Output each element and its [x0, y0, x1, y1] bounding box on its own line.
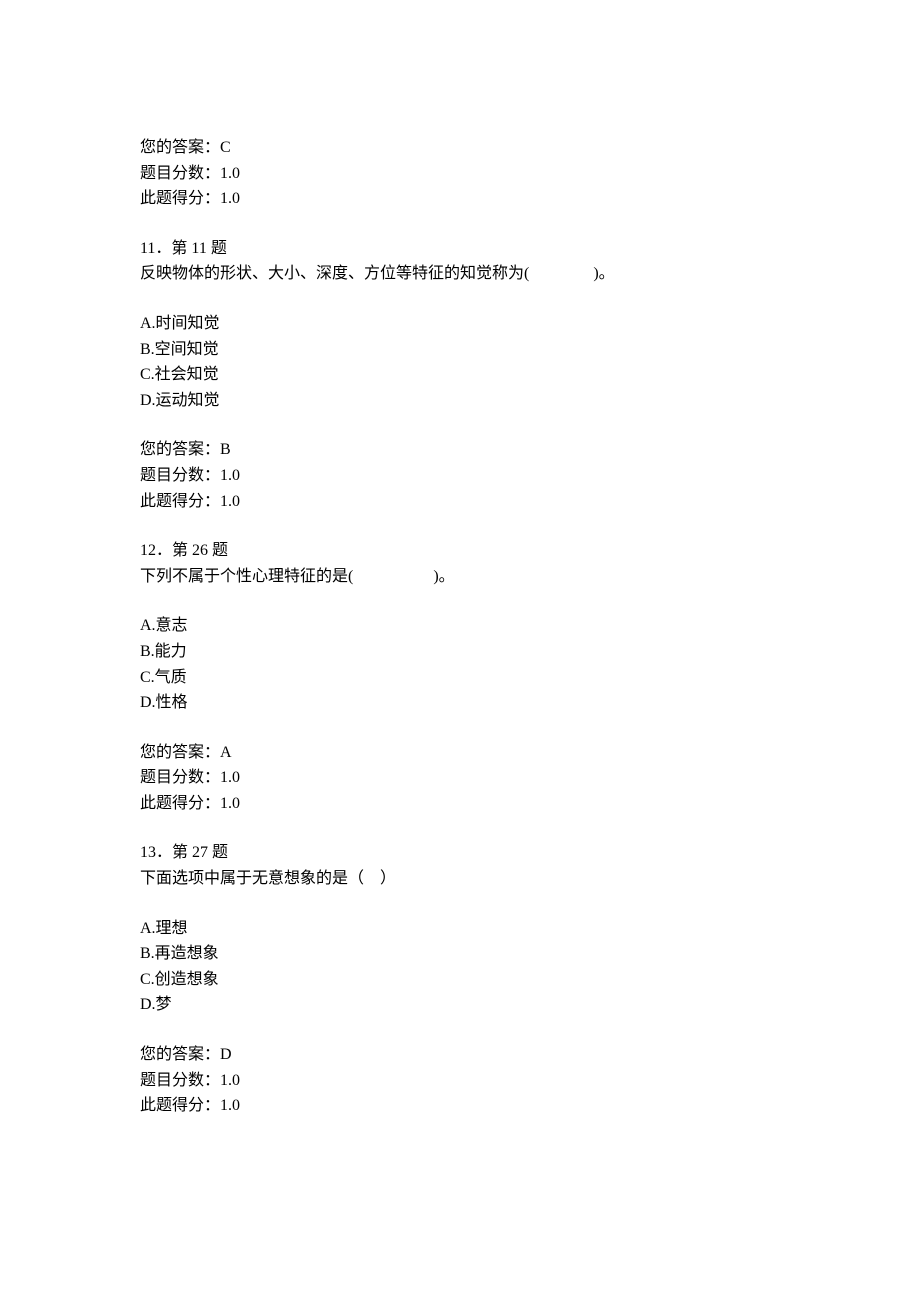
- earned-value: 1.0: [220, 795, 240, 812]
- option-b: B.再造想象: [140, 941, 780, 967]
- your-answer-line: 您的答案：D: [140, 1042, 780, 1068]
- your-answer-value: C: [220, 139, 231, 156]
- earned-label: 此题得分：: [140, 795, 220, 812]
- score-line: 题目分数：1.0: [140, 161, 780, 187]
- question-number: 11．第 11 题: [140, 236, 780, 262]
- score-label: 题目分数：: [140, 1072, 220, 1089]
- score-value: 1.0: [220, 165, 240, 182]
- earned-value: 1.0: [220, 1097, 240, 1114]
- earned-line: 此题得分：1.0: [140, 489, 780, 515]
- option-a: A.理想: [140, 916, 780, 942]
- your-answer-value: D: [220, 1046, 232, 1063]
- option-d: D.梦: [140, 992, 780, 1018]
- score-line: 题目分数：1.0: [140, 463, 780, 489]
- question-block: 12．第 26 题 下列不属于个性心理特征的是( )。: [140, 538, 780, 589]
- question-stem: 反映物体的形状、大小、深度、方位等特征的知觉称为( )。: [140, 261, 780, 287]
- earned-label: 此题得分：: [140, 190, 220, 207]
- your-answer-line: 您的答案：C: [140, 135, 780, 161]
- your-answer-label: 您的答案：: [140, 1046, 220, 1063]
- answer-block: 您的答案：B 题目分数：1.0 此题得分：1.0: [140, 437, 780, 514]
- option-d: D.性格: [140, 690, 780, 716]
- question-stem: 下面选项中属于无意想象的是（ ）: [140, 866, 780, 892]
- your-answer-value: B: [220, 441, 231, 458]
- earned-value: 1.0: [220, 493, 240, 510]
- score-line: 题目分数：1.0: [140, 1068, 780, 1094]
- option-c: C.气质: [140, 665, 780, 691]
- score-value: 1.0: [220, 467, 240, 484]
- option-c: C.社会知觉: [140, 362, 780, 388]
- score-value: 1.0: [220, 1072, 240, 1089]
- score-label: 题目分数：: [140, 467, 220, 484]
- your-answer-label: 您的答案：: [140, 139, 220, 156]
- earned-label: 此题得分：: [140, 1097, 220, 1114]
- earned-label: 此题得分：: [140, 493, 220, 510]
- option-b: B.能力: [140, 639, 780, 665]
- earned-line: 此题得分：1.0: [140, 791, 780, 817]
- options-block: A.意志 B.能力 C.气质 D.性格: [140, 613, 780, 715]
- option-c: C.创造想象: [140, 967, 780, 993]
- your-answer-line: 您的答案：B: [140, 437, 780, 463]
- option-a: A.时间知觉: [140, 311, 780, 337]
- option-d: D.运动知觉: [140, 388, 780, 414]
- your-answer-label: 您的答案：: [140, 441, 220, 458]
- option-b: B.空间知觉: [140, 337, 780, 363]
- options-block: A.时间知觉 B.空间知觉 C.社会知觉 D.运动知觉: [140, 311, 780, 413]
- option-a: A.意志: [140, 613, 780, 639]
- question-number: 13．第 27 题: [140, 840, 780, 866]
- question-block: 13．第 27 题 下面选项中属于无意想象的是（ ）: [140, 840, 780, 891]
- your-answer-value: A: [220, 744, 232, 761]
- answer-block: 您的答案：D 题目分数：1.0 此题得分：1.0: [140, 1042, 780, 1119]
- earned-line: 此题得分：1.0: [140, 1093, 780, 1119]
- score-line: 题目分数：1.0: [140, 765, 780, 791]
- question-block: 11．第 11 题 反映物体的形状、大小、深度、方位等特征的知觉称为( )。: [140, 236, 780, 287]
- score-label: 题目分数：: [140, 165, 220, 182]
- question-number: 12．第 26 题: [140, 538, 780, 564]
- your-answer-label: 您的答案：: [140, 744, 220, 761]
- score-label: 题目分数：: [140, 769, 220, 786]
- answer-block: 您的答案：A 题目分数：1.0 此题得分：1.0: [140, 740, 780, 817]
- question-stem: 下列不属于个性心理特征的是( )。: [140, 564, 780, 590]
- page-container: 您的答案：C 题目分数：1.0 此题得分：1.0 11．第 11 题 反映物体的…: [0, 0, 920, 1302]
- score-value: 1.0: [220, 769, 240, 786]
- earned-line: 此题得分：1.0: [140, 186, 780, 212]
- prev-answer-block: 您的答案：C 题目分数：1.0 此题得分：1.0: [140, 135, 780, 212]
- options-block: A.理想 B.再造想象 C.创造想象 D.梦: [140, 916, 780, 1018]
- earned-value: 1.0: [220, 190, 240, 207]
- your-answer-line: 您的答案：A: [140, 740, 780, 766]
